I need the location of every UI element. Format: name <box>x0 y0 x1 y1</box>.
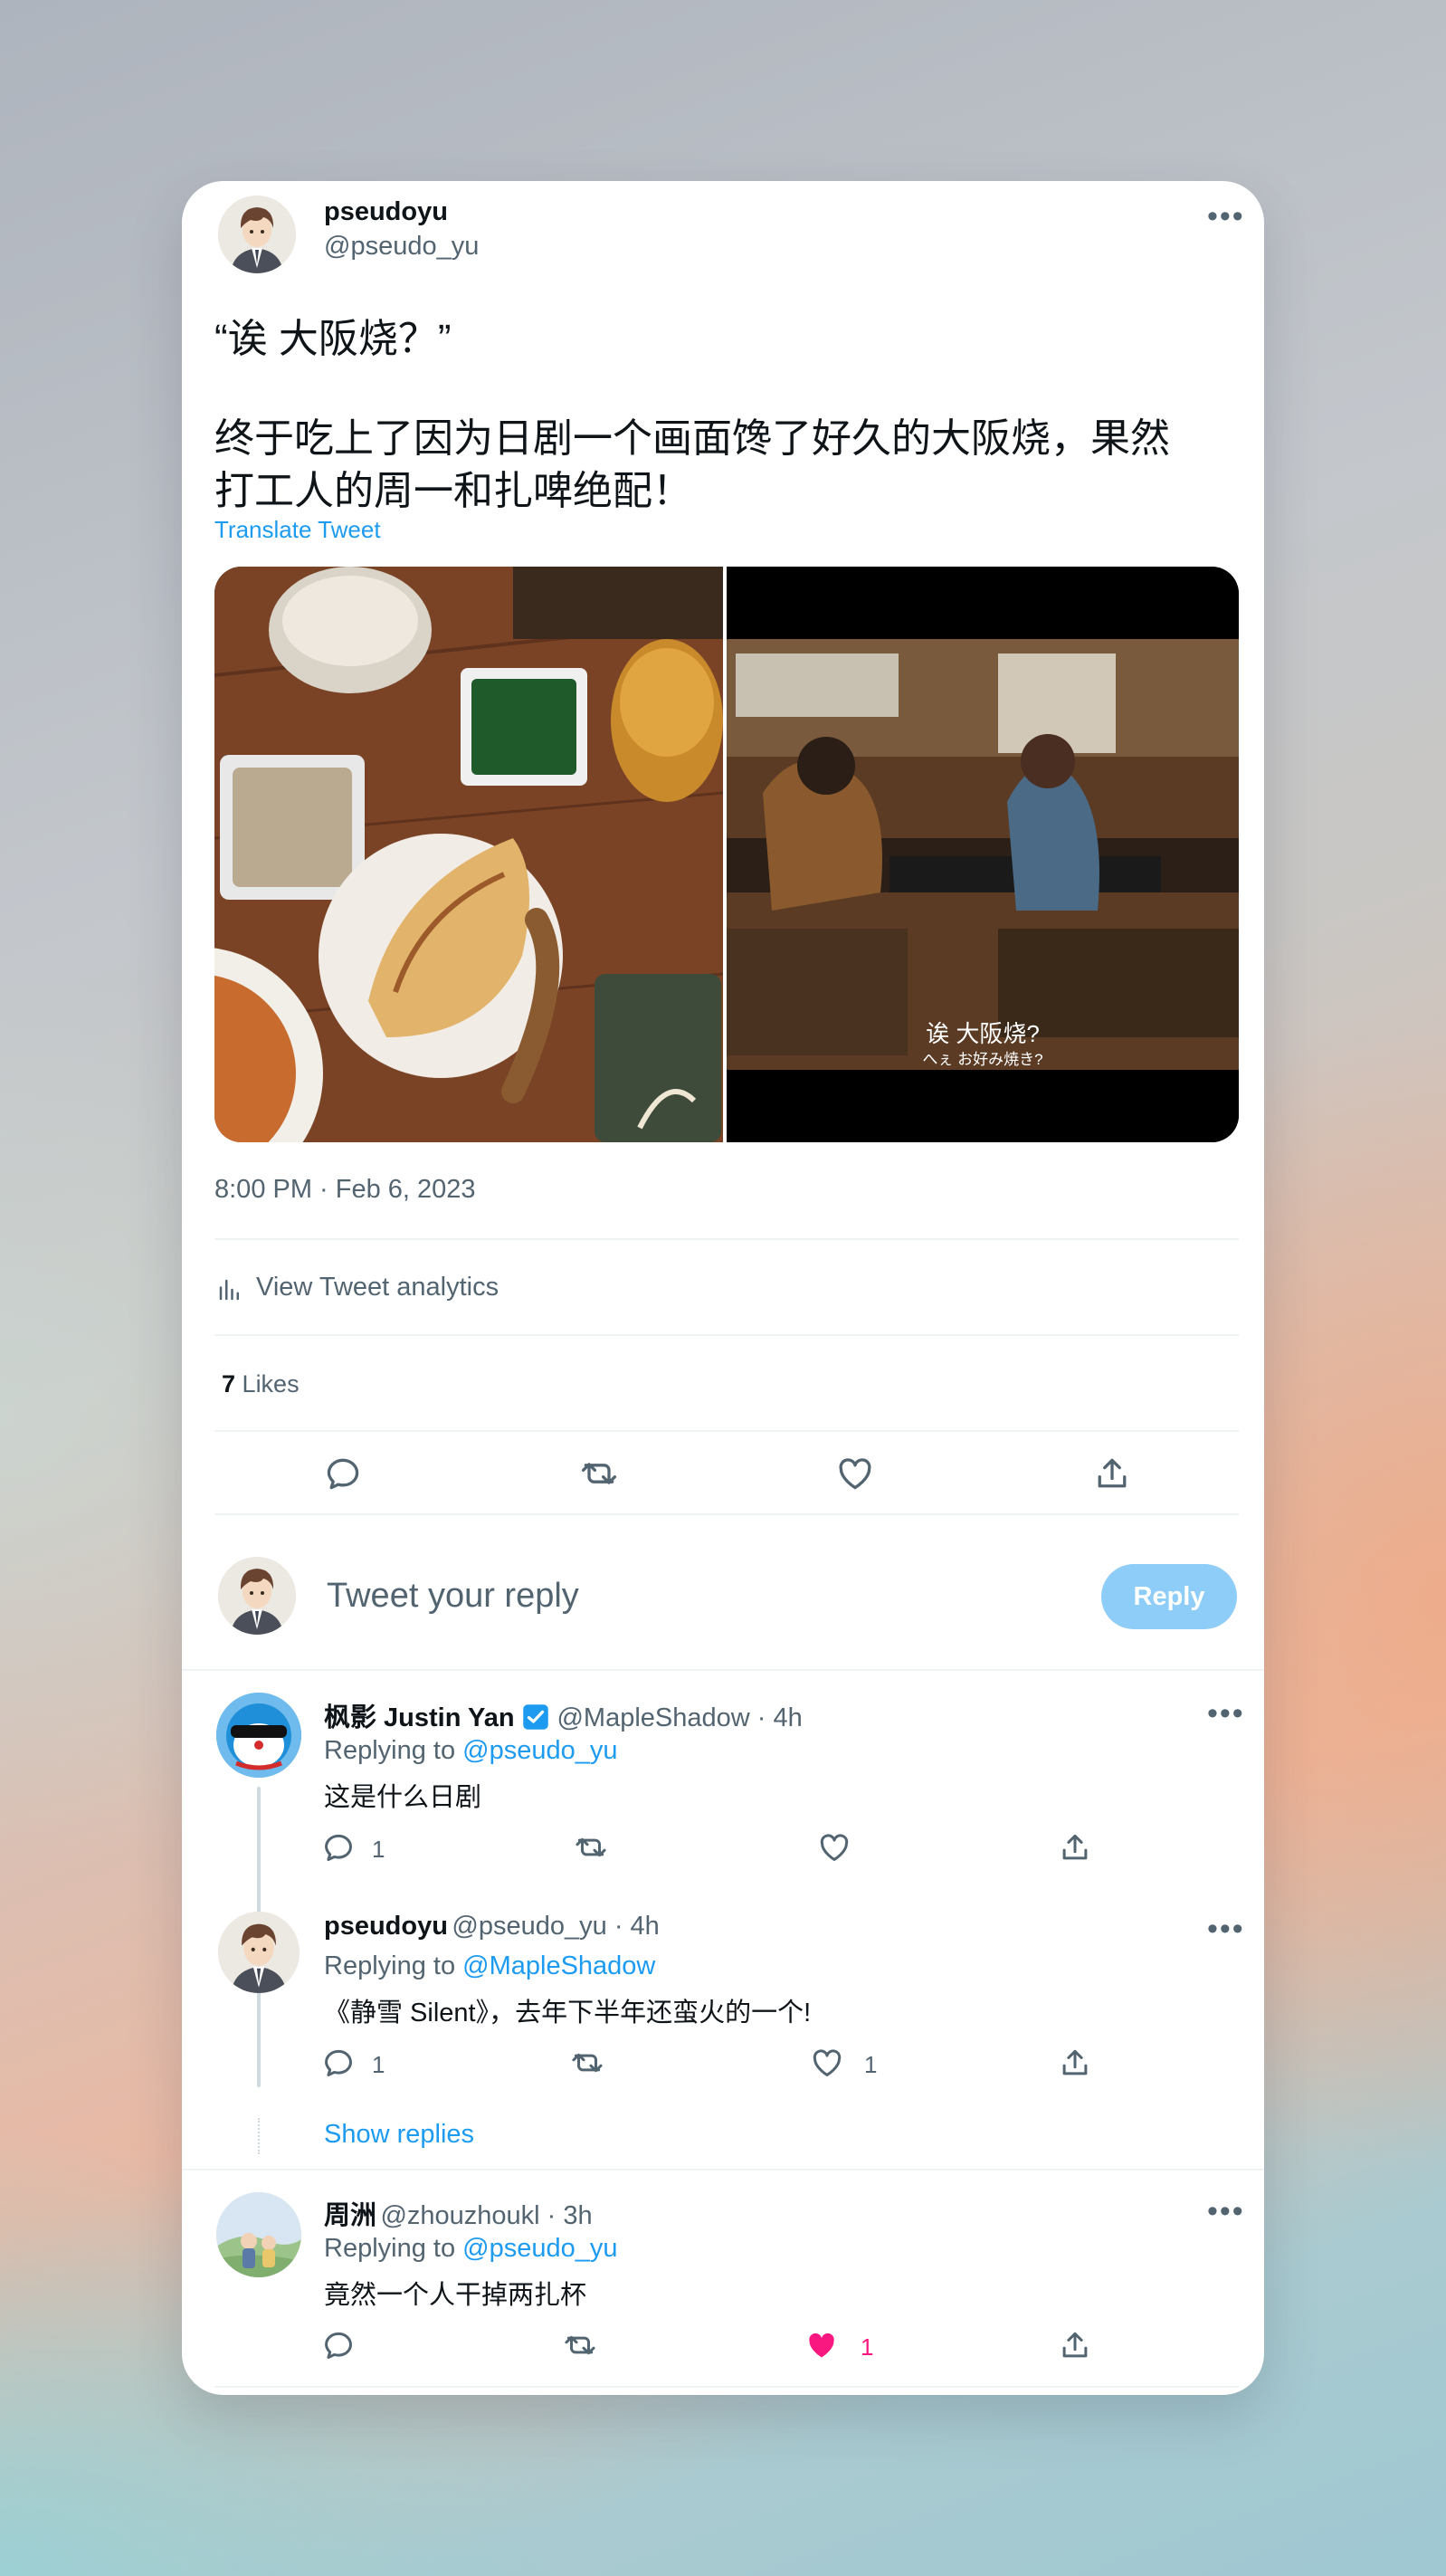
like-icon <box>813 2049 842 2076</box>
reply-3-name[interactable]: 周洲 <box>324 2201 376 2230</box>
share-icon[interactable] <box>1058 2328 1092 2362</box>
more-options-icon[interactable]: ••• <box>1207 201 1245 232</box>
like-icon[interactable] <box>835 1454 875 1493</box>
reply-3-more-icon[interactable]: ••• <box>1207 2196 1245 2227</box>
reply-3-handle[interactable]: @zhouzhoukl · 3h <box>380 2201 592 2230</box>
like-icon[interactable] <box>817 1830 851 1865</box>
subtitle-ja: へぇ お好み焼き? <box>922 1051 1043 1068</box>
reply-icon <box>325 1834 352 1861</box>
reply-3-replying-to: Replying to @pseudo_yu <box>324 2234 618 2264</box>
reply-2-more-icon[interactable]: ••• <box>1207 1913 1245 1944</box>
divider <box>214 1513 1239 1515</box>
reply-2-avatar-image <box>218 1912 300 1993</box>
replying-to-prefix: Replying to <box>324 2234 456 2263</box>
retweet-icon[interactable] <box>569 2046 605 2080</box>
reply-1-text: 这是什么日剧 <box>324 1783 482 1812</box>
reply-3-action-like[interactable]: 1 <box>804 2328 873 2362</box>
translate-tweet-link[interactable]: Translate Tweet <box>214 516 381 544</box>
analytics-label: View Tweet analytics <box>256 1273 499 1302</box>
reply-3-avatar[interactable] <box>216 2192 301 2277</box>
reply-2-avatar[interactable] <box>218 1912 300 1993</box>
share-icon[interactable] <box>1058 1830 1092 1865</box>
tweet-timestamp[interactable]: 8:00 PM · Feb 6, 2023 <box>214 1175 476 1205</box>
reply-2-mention[interactable]: @MapleShadow <box>462 1951 655 1980</box>
reply-3-mention[interactable]: @pseudo_yu <box>462 2234 617 2263</box>
reply-2-replying-to: Replying to @MapleShadow <box>324 1951 655 1981</box>
reply-button[interactable]: Reply <box>1101 1564 1237 1629</box>
divider <box>214 2386 1239 2388</box>
media-photo-drama[interactable]: 诶 大阪烧? へぇ お好み焼き? <box>727 567 1239 1142</box>
reply-3-header: 周洲 @zhouzhoukl · 3h <box>324 2194 593 2232</box>
reply-icon[interactable] <box>323 1454 363 1493</box>
tweet-text-line-3: 打工人的周一和扎啤绝配！ <box>214 469 692 513</box>
likes-stat[interactable]: 7 Likes <box>222 1370 300 1398</box>
share-icon[interactable] <box>1092 1454 1132 1493</box>
divider <box>182 1669 1264 1671</box>
reply-2-text: 《静雪 Silent》，去年下半年还蛮火的一个! <box>324 1999 812 2027</box>
reply-input[interactable]: Tweet your reply <box>327 1577 797 1622</box>
divider <box>214 1430 1239 1432</box>
reply-2-header: pseudoyu @pseudo_yu · 4h <box>324 1912 660 1942</box>
author-handle[interactable]: @pseudo_yu <box>324 232 479 262</box>
reply-2-action-like[interactable]: 1 <box>810 2046 877 2080</box>
reply-2-handle[interactable]: @pseudo_yu · 4h <box>452 1912 659 1941</box>
reply-1-action-reply[interactable]: 1 <box>321 1830 385 1865</box>
divider <box>182 2169 1264 2171</box>
reply-1-more-icon[interactable]: ••• <box>1207 1698 1245 1729</box>
divider <box>214 1238 1239 1240</box>
author-avatar[interactable] <box>218 196 296 273</box>
reply-2-like-count: 1 <box>864 2051 878 2078</box>
thread-dots <box>258 2118 262 2154</box>
retweet-icon[interactable] <box>578 1454 620 1493</box>
food-photo-image <box>214 567 724 1142</box>
reply-2-name[interactable]: pseudoyu <box>324 1912 448 1941</box>
reply-1-avatar[interactable] <box>216 1693 301 1778</box>
reply-1-mention[interactable]: @pseudo_yu <box>462 1736 617 1765</box>
reply-icon <box>325 2049 352 2076</box>
reply-icon[interactable] <box>321 2328 356 2362</box>
replying-to-prefix: Replying to <box>324 1951 456 1980</box>
retweet-icon[interactable] <box>573 1830 609 1865</box>
composer-avatar <box>218 1557 296 1635</box>
replying-to-prefix: Replying to <box>324 1736 456 1765</box>
tweet-text-line-2: 终于吃上了因为日剧一个画面馋了好久的大阪烧，果然 <box>214 416 1170 461</box>
subtitle-zh: 诶 大阪烧? <box>926 1020 1040 1047</box>
reply-3-avatar-image <box>216 2192 301 2277</box>
composer-avatar-image <box>218 1557 296 1635</box>
liked-heart-icon <box>809 2333 834 2358</box>
reply-3-like-count: 1 <box>861 2333 874 2361</box>
reply-2-action-reply[interactable]: 1 <box>321 2046 385 2080</box>
reply-1-avatar-image <box>216 1693 301 1778</box>
media-grid: 诶 大阪烧? へぇ お好み焼き? <box>214 567 1239 1142</box>
reply-2-reply-count: 1 <box>372 2051 385 2078</box>
tweet-text-line-1: “诶 大阪烧？” <box>214 317 452 361</box>
divider <box>214 1334 1239 1336</box>
analytics-icon <box>219 1279 239 1301</box>
reply-1-replying-to: Replying to @pseudo_yu <box>324 1736 618 1766</box>
retweet-icon[interactable] <box>562 2328 598 2362</box>
show-replies-link[interactable]: Show replies <box>324 2120 474 2150</box>
reply-1-header: 枫影 Justin Yan @MapleShadow · 4h <box>324 1696 803 1734</box>
verified-badge-icon <box>523 1704 548 1730</box>
media-photo-food[interactable] <box>214 567 724 1142</box>
reply-1-handle[interactable]: @MapleShadow · 4h <box>557 1703 802 1732</box>
reply-1-reply-count: 1 <box>372 1836 385 1863</box>
reply-1-name[interactable]: 枫影 Justin Yan <box>324 1703 515 1732</box>
author-avatar-image <box>218 196 296 273</box>
author-name[interactable]: pseudoyu <box>324 197 448 227</box>
reply-button-label: Reply <box>1133 1582 1205 1611</box>
reply-3-text: 竟然一个人干掉两扎杯 <box>324 2281 587 2310</box>
likes-count: 7 <box>222 1370 236 1398</box>
likes-label: Likes <box>242 1370 300 1398</box>
share-icon[interactable] <box>1058 2046 1092 2080</box>
